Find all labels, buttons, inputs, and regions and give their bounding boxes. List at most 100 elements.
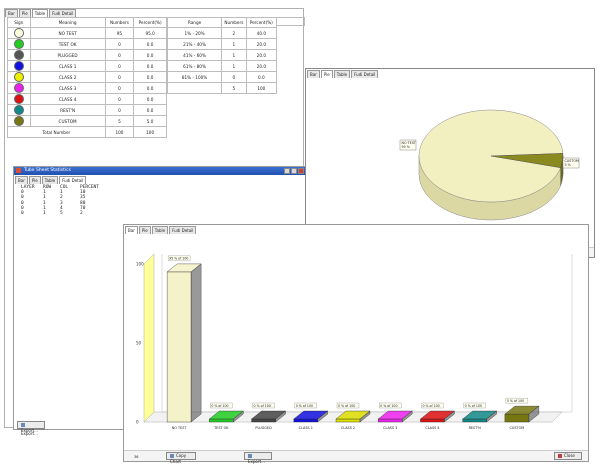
tab-bar[interactable]: Bar — [307, 70, 320, 78]
range-numbers-cell: 5 — [221, 82, 247, 94]
list-item: 0 1 5 2 — [21, 211, 110, 216]
numbers-cell: 0 — [104, 104, 135, 116]
meaning-cell: REST'N — [29, 104, 106, 116]
meaning-cell: CLASS 1 — [29, 60, 106, 72]
range-percent-cell: 20.0 — [245, 60, 278, 72]
export-button-table[interactable]: Export... — [17, 421, 45, 433]
table-row: 61% - 80% 1 20.0 — [166, 60, 278, 72]
close-icon[interactable] — [298, 168, 304, 174]
y-tick-label: 100 — [136, 262, 144, 267]
range-cell — [166, 82, 223, 94]
sign-cell — [7, 38, 31, 50]
tab-strip: Bar Pie Table Fudi Detail — [307, 70, 379, 78]
bar-class-1 — [293, 418, 318, 423]
bar-plugged — [251, 418, 276, 423]
pie-label-custom: 5 % — [565, 163, 571, 167]
category-label: CLASS 2 — [341, 426, 355, 430]
sign-color-dot — [13, 94, 24, 104]
table-row: REST'N 0 0.0 — [7, 104, 167, 116]
tab-pie[interactable]: Pie — [28, 176, 41, 184]
percent-cell: 5.0 — [133, 115, 167, 127]
bar-class-2 — [335, 418, 361, 423]
percent-cell: 95.0 — [133, 27, 167, 39]
pie-chart: NO TEST95 %CUSTOM5 % — [399, 109, 580, 221]
tab-bar[interactable]: Bar — [15, 176, 28, 184]
table-row: NO TEST 95 95.0 — [7, 27, 167, 39]
category-label: PLUGGED — [255, 426, 272, 430]
category-label: CLASS 4 — [425, 426, 439, 430]
sign-cell — [7, 104, 31, 116]
tab-fudi-detail[interactable]: Fudi Detail — [169, 226, 197, 234]
category-label: CLASS 1 — [299, 426, 313, 430]
export-label: Export... — [21, 428, 38, 433]
table-row: 41% - 60% 1 20.0 — [166, 49, 278, 61]
percent-cell: 0.0 — [133, 82, 167, 94]
tab-fudi-detail[interactable]: Fudi Detail — [351, 70, 379, 78]
tab-pie[interactable]: Pie — [18, 9, 31, 17]
tab-fudi-detail[interactable]: Fudi Detail — [49, 9, 77, 17]
tab-pie[interactable]: Pie — [320, 70, 333, 78]
table-row: TEST OK 0 0.0 — [7, 38, 167, 50]
percent-cell: 0.0 — [133, 49, 167, 61]
bar-value-label: 95 % of 100 — [169, 257, 188, 261]
minimize-button[interactable] — [284, 168, 290, 174]
close-button[interactable]: Close — [554, 452, 582, 460]
bar-chart: 0 50 100 95 % of 100 NO TEST 0 % of 100 TEST O… — [136, 253, 573, 430]
range-cell: 1% - 20% — [166, 27, 223, 39]
bar-no-test — [166, 271, 192, 423]
range-cell: 21% - 40% — [166, 38, 223, 50]
sign-color-dot — [13, 50, 24, 60]
meaning-cell: PLUGGED — [29, 49, 106, 61]
bar-value-label: 0 % of 100 — [254, 404, 271, 408]
category-label: REST'N — [469, 426, 482, 430]
sign-cell — [7, 27, 31, 39]
numbers-cell: 5 — [104, 115, 135, 127]
app-icon — [16, 168, 21, 173]
copy-chart-button[interactable]: Copy Chart — [166, 452, 196, 464]
export-label: Export... — [248, 459, 265, 464]
tab-strip: Bar Pie Table Fudi Detail — [5, 9, 77, 17]
tab-table[interactable]: Table — [333, 70, 351, 78]
export-button[interactable]: Export... — [244, 452, 272, 464]
tab-fudi-detail[interactable]: Fudi Detail — [59, 176, 87, 184]
range-numbers-cell: 1 — [221, 49, 247, 61]
table-row: CLASS 1 0 0.0 — [7, 60, 167, 72]
numbers-cell: 0 — [104, 49, 135, 61]
table-row: CLASS 3 0 0.0 — [7, 82, 167, 94]
fudi-detail-list: LAYER ROW COL PERCENT 0 1 1 10 0 1 2 35 0 1 3 80 0 1 4… — [21, 185, 110, 216]
sign-cell — [7, 93, 31, 105]
maximize-button[interactable] — [291, 168, 297, 174]
close-icon — [558, 454, 562, 458]
range-cell: 81% - 100% — [166, 71, 223, 83]
copy-icon — [170, 454, 174, 458]
bar-rest-n — [462, 418, 487, 423]
category-label: CLASS 3 — [383, 426, 397, 430]
export-icon — [248, 454, 252, 458]
bar-value-label: 0 % of 100 — [338, 404, 355, 408]
list-cell: 2 — [80, 211, 83, 217]
sign-color-dot — [13, 28, 24, 38]
tab-strip: Bar Pie Table Fudi Detail — [15, 176, 87, 184]
sign-color-dot — [13, 72, 24, 82]
table-row: 5 100 — [166, 82, 278, 94]
tab-table[interactable]: Table — [151, 226, 169, 234]
bar-value-label: 0 % of 100 — [465, 404, 482, 408]
bar-class-4 — [420, 418, 445, 423]
y-tick-label: 0 — [136, 420, 139, 425]
table-row: 21% - 40% 1 20.0 — [166, 38, 278, 50]
col-header-percent: Percent(%) — [133, 17, 167, 28]
percent-cell: 0.0 — [133, 60, 167, 72]
chart-back-wall — [161, 254, 573, 413]
range-percent-cell: 20.0 — [245, 49, 278, 61]
tab-pie[interactable]: Pie — [138, 226, 151, 234]
bar-value-label: 0 % of 100 — [296, 404, 313, 408]
tab-table[interactable]: Table — [41, 176, 59, 184]
sign-cell — [7, 49, 31, 61]
percent-cell: 0.0 — [133, 93, 167, 105]
zoom-value: 36 — [134, 455, 139, 459]
total-numbers: 100 — [104, 126, 135, 138]
category-label: CUSTOM — [510, 426, 525, 430]
tab-bar[interactable]: Bar — [125, 226, 138, 234]
tab-bar[interactable]: Bar — [5, 9, 18, 17]
tab-table[interactable]: Table — [31, 9, 49, 17]
